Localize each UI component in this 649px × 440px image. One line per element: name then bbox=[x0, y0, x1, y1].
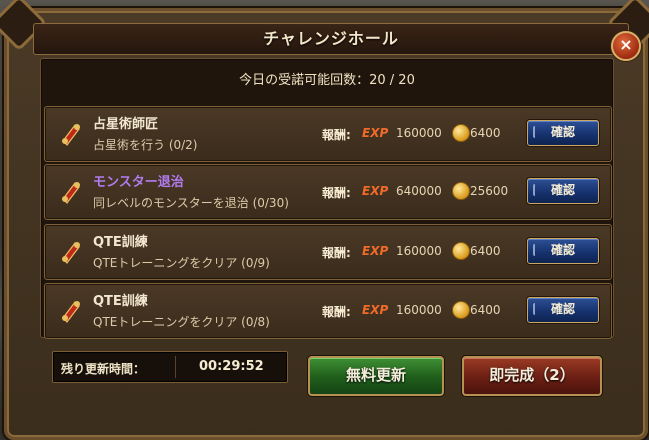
exp-value: 640000 bbox=[396, 184, 442, 198]
divider bbox=[175, 356, 176, 378]
confirm-button[interactable]: 確認 bbox=[527, 120, 599, 146]
exp-label: EXP bbox=[362, 126, 389, 140]
quest-title: モンスター退治 bbox=[93, 175, 184, 190]
confirm-label: 確認 bbox=[550, 183, 575, 197]
quest-objective: 同レベルのモンスターを退治 (0/30) bbox=[93, 196, 289, 210]
timer-value: 00:29:52 bbox=[199, 359, 264, 374]
exp-label: EXP bbox=[362, 244, 389, 258]
free-refresh-button[interactable]: 無料更新 bbox=[308, 356, 444, 396]
reward-label: 報酬: bbox=[322, 305, 351, 319]
button-icon bbox=[533, 126, 545, 138]
reward-label: 報酬: bbox=[322, 128, 351, 142]
quest-objective: QTEトレーニングをクリア (0/8) bbox=[93, 315, 270, 329]
confirm-label: 確認 bbox=[550, 243, 575, 257]
confirm-button[interactable]: 確認 bbox=[527, 178, 599, 204]
confirm-button[interactable]: 確認 bbox=[527, 297, 599, 323]
quest-title: QTE訓練 bbox=[93, 294, 148, 309]
daily-quota-text: 今日の受諾可能回数：20 / 20 bbox=[239, 73, 415, 88]
exp-label: EXP bbox=[362, 184, 389, 198]
exp-value: 160000 bbox=[396, 303, 442, 317]
exp-label: EXP bbox=[362, 303, 389, 317]
quest-row: モンスター退治 同レベルのモンスターを退治 (0/30) 報酬: EXP 640… bbox=[44, 164, 612, 220]
button-icon bbox=[533, 303, 545, 315]
dialog-title: チャレンジホール bbox=[263, 29, 399, 48]
button-icon bbox=[533, 184, 545, 196]
gold-value: 6400 bbox=[470, 126, 501, 140]
button-icon bbox=[533, 244, 545, 256]
timer-label: 残り更新時間： bbox=[61, 362, 146, 376]
gold-coin-icon bbox=[452, 301, 470, 319]
reward-label: 報酬: bbox=[322, 246, 351, 260]
scroll-icon bbox=[62, 124, 80, 146]
confirm-label: 確認 bbox=[550, 125, 575, 139]
gold-coin-icon bbox=[452, 124, 470, 142]
gold-value: 6400 bbox=[470, 303, 501, 317]
exp-value: 160000 bbox=[396, 244, 442, 258]
gold-coin-icon bbox=[452, 182, 470, 200]
quest-objective: QTEトレーニングをクリア (0/9) bbox=[93, 256, 270, 270]
refresh-timer: 残り更新時間： 00:29:52 bbox=[52, 351, 288, 383]
quest-objective: 占星術を行う (0/2) bbox=[93, 138, 198, 152]
scroll-icon bbox=[62, 182, 80, 204]
quest-row: QTE訓練 QTEトレーニングをクリア (0/9) 報酬: EXP 160000… bbox=[44, 224, 612, 280]
reward-label: 報酬: bbox=[322, 186, 351, 200]
close-icon[interactable]: × bbox=[611, 31, 641, 61]
title-bar: チャレンジホール bbox=[33, 23, 629, 55]
quest-row: QTE訓練 QTEトレーニングをクリア (0/8) 報酬: EXP 160000… bbox=[44, 283, 612, 339]
scroll-icon bbox=[62, 242, 80, 264]
quest-row: 占星術師匠 占星術を行う (0/2) 報酬: EXP 160000 6400 確… bbox=[44, 106, 612, 162]
quest-title: 占星術師匠 bbox=[93, 117, 159, 132]
gold-value: 6400 bbox=[470, 244, 501, 258]
confirm-label: 確認 bbox=[550, 302, 575, 316]
confirm-button[interactable]: 確認 bbox=[527, 238, 599, 264]
gold-value: 25600 bbox=[470, 184, 509, 198]
instant-complete-button[interactable]: 即完成（2） bbox=[462, 356, 602, 396]
scroll-icon bbox=[62, 301, 80, 323]
exp-value: 160000 bbox=[396, 126, 442, 140]
gold-coin-icon bbox=[452, 242, 470, 260]
quest-title: QTE訓練 bbox=[93, 235, 148, 250]
